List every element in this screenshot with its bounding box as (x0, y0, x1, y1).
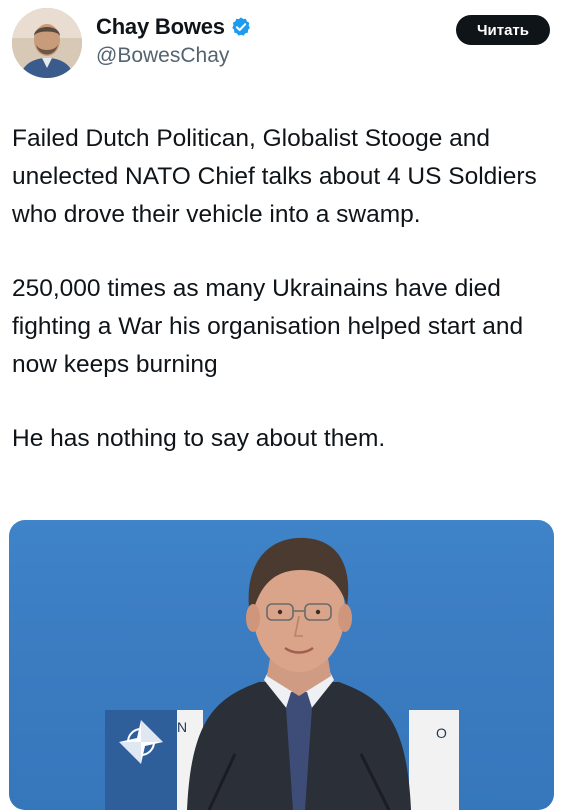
backdrop-letter-left: N (177, 719, 187, 735)
avatar[interactable] (12, 8, 82, 78)
ear-left (246, 604, 260, 632)
tweet-paragraph: He has nothing to say about them. (12, 425, 386, 452)
person-portrait-avatar-icon (12, 8, 82, 78)
backdrop-letter-right: O (436, 725, 447, 741)
tweet-header: Chay Bowes @BowesChay Читать (0, 0, 572, 96)
user-handle[interactable]: @BowesChay (96, 44, 252, 68)
name-row: Chay Bowes (96, 12, 252, 42)
tweet-media-image[interactable]: N O (9, 520, 554, 810)
ear-right (338, 604, 352, 632)
author-block: Chay Bowes @BowesChay (96, 12, 252, 68)
display-name[interactable]: Chay Bowes (96, 14, 225, 40)
read-button[interactable]: Читать (456, 15, 550, 45)
tweet-text: Failed Dutch Politican, Globalist Stooge… (12, 120, 564, 494)
tweet-paragraph: Failed Dutch Politican, Globalist Stooge… (12, 125, 537, 228)
press-conference-photo: N O (105, 537, 459, 810)
verified-badge-icon (230, 16, 252, 38)
tweet-paragraph: 250,000 times as many Ukrainains have di… (12, 275, 524, 378)
backdrop-panel-right (409, 710, 459, 810)
